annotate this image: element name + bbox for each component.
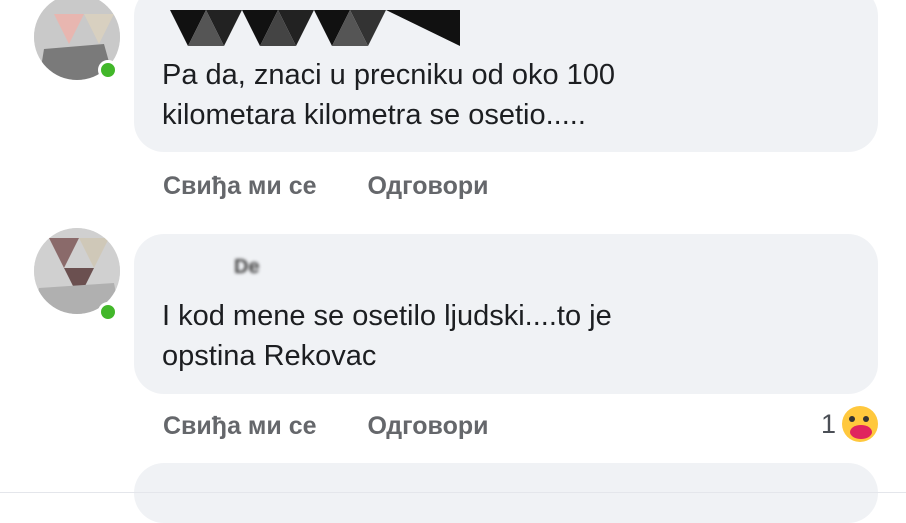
comment-2: De I kod mene se osetilo ljudski....to j…: [0, 220, 906, 470]
divider: [0, 492, 906, 493]
like-button[interactable]: Свиђа ми се: [163, 412, 317, 441]
reply-button[interactable]: Одговори: [367, 172, 488, 201]
online-status-dot: [98, 60, 118, 80]
like-button[interactable]: Свиђа ми се: [163, 172, 317, 201]
comment-bubble: Pa da, znaci u precniku od oko 100 kilom…: [134, 0, 878, 152]
comment-1: Pa da, znaci u precniku od oko 100 kilom…: [0, 0, 906, 220]
reply-button[interactable]: Одговори: [367, 412, 488, 441]
redaction-mark: [170, 10, 460, 46]
hug-icon: [842, 406, 878, 442]
comment-bubble-partial: [134, 463, 878, 523]
reaction-count: 1: [820, 408, 836, 439]
comment-actions: Свиђа ми се Одговори: [163, 412, 532, 441]
reaction-summary[interactable]: 1: [821, 406, 878, 442]
online-status-dot: [98, 302, 118, 322]
comment-text: Pa da, znaci u precniku od oko 100 kilom…: [162, 59, 616, 131]
comment-bubble: De I kod mene se osetilo ljudski....to j…: [134, 234, 878, 394]
comment-actions: Свиђа ми се Одговори: [163, 172, 532, 201]
comment-text: I kod mene se osetilo ljudski....to je o…: [162, 300, 612, 372]
comment-author[interactable]: De: [234, 256, 260, 279]
